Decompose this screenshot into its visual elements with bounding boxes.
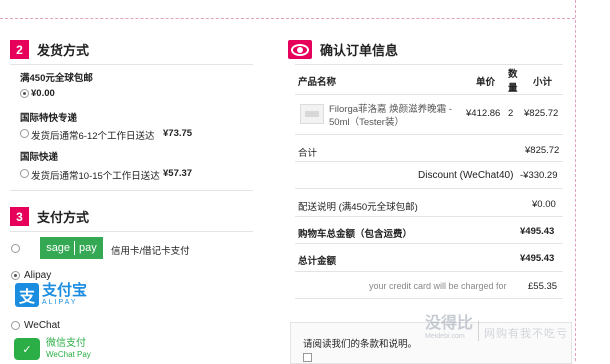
col-subtotal: 小计 — [533, 77, 553, 88]
free-shipping-note: 满450元全球包邮 — [20, 73, 93, 84]
product-price: ¥412.86 — [466, 108, 501, 119]
product-name-line2[interactable]: 50ml（Tester装） — [329, 114, 404, 128]
alipay-radio[interactable] — [11, 271, 20, 280]
sagepay-logo: sage pay — [40, 237, 103, 259]
divider — [295, 64, 563, 65]
product-name-line1[interactable]: Filorga菲洛嘉 焕颜滋养晚霜 - — [329, 101, 452, 115]
standard-price: ¥57.37 — [163, 168, 193, 179]
cart-total-value: ¥495.43 — [520, 226, 555, 237]
express-price: ¥73.75 — [163, 128, 193, 139]
right-dashed-border — [575, 0, 576, 361]
wechat-label: WeChat — [24, 320, 60, 331]
sagepay-text-a: sage — [46, 242, 71, 254]
shipping-value: ¥0.00 — [532, 199, 556, 210]
shipping-label: 配送说明 (满450元全球包邮) — [298, 202, 418, 213]
col-price: 单价 — [476, 77, 496, 88]
standard-radio[interactable] — [20, 169, 29, 178]
sagepay-divider — [74, 241, 76, 255]
grand-total-value: ¥495.43 — [520, 253, 555, 264]
watermark-slogan: 网购有我不吃亏 — [484, 328, 569, 340]
subtotal-value: ¥825.72 — [525, 145, 560, 156]
shipping-title: 发货方式 — [37, 43, 90, 58]
payment-title: 支付方式 — [37, 210, 90, 225]
shipping-header: 2 发货方式 — [10, 40, 89, 59]
card-label: 信用卡/借记卡支付 — [111, 246, 190, 257]
alipay-logo: 支 支付宝 ALIPAY — [15, 283, 87, 307]
divider — [295, 298, 563, 299]
col-product: 产品名称 — [298, 77, 337, 88]
express-desc: 发货后通常6-12个工作日送达 — [31, 131, 155, 142]
standard-title: 国际快递 — [20, 152, 59, 163]
express-radio[interactable] — [20, 129, 29, 138]
terms-text: 请阅读我们的条款和说明。 — [303, 339, 418, 350]
product-subtotal: ¥825.72 — [524, 108, 559, 119]
card-radio[interactable] — [11, 244, 20, 253]
watermark: 没得比 Meidebi.com 网购有我不吃亏 — [425, 315, 568, 341]
wechat-en: WeChat Pay — [46, 350, 91, 359]
divider — [295, 188, 563, 189]
credit-note: your credit card will be charged for — [369, 281, 507, 291]
order-title: 确认订单信息 — [320, 43, 399, 58]
alipay-icon: 支 — [15, 283, 39, 307]
wechat-radio[interactable] — [11, 321, 20, 330]
wechat-icon: ✓ — [14, 338, 40, 360]
wechat-pay-logo: ✓ 微信支付 WeChat Pay — [14, 338, 91, 360]
subtotal-label: 合计 — [298, 148, 318, 159]
watermark-sub: Meidebi.com — [425, 333, 465, 340]
free-shipping-radio[interactable] — [20, 89, 29, 98]
col-qty-2: 量 — [508, 83, 518, 94]
standard-desc: 发货后通常10-15个工作日送达 — [31, 171, 160, 182]
divider — [10, 190, 253, 191]
divider — [295, 94, 563, 95]
order-header: 确认订单信息 — [288, 40, 398, 59]
divider — [10, 231, 253, 232]
grand-total-label: 总计金额 — [298, 256, 337, 267]
wechat-cn: 微信支付 — [46, 338, 86, 349]
alipay-cn: 支付宝 — [42, 282, 88, 299]
col-qty-1: 数 — [508, 69, 518, 80]
top-dashed-border — [0, 18, 575, 19]
discount-value: -¥330.29 — [520, 170, 558, 181]
alipay-en: ALIPAY — [42, 299, 78, 306]
express-title: 国际特快专递 — [20, 113, 78, 124]
payment-header: 3 支付方式 — [10, 207, 89, 226]
product-thumbnail[interactable] — [300, 104, 324, 124]
discount-label: Discount (WeChat40) — [418, 170, 514, 181]
divider — [10, 64, 253, 65]
watermark-divider — [478, 321, 480, 341]
divider — [295, 134, 563, 135]
alipay-label: Alipay — [24, 270, 52, 281]
cart-total-label: 购物车总金额（包含运费） — [298, 229, 413, 240]
step-badge: 2 — [10, 40, 29, 59]
divider — [295, 243, 563, 244]
free-shipping-price: ¥0.00 — [31, 88, 55, 99]
step-badge: 3 — [10, 207, 29, 226]
product-qty: 2 — [508, 108, 514, 119]
divider — [295, 216, 563, 217]
credit-value: £55.35 — [528, 281, 558, 292]
watermark-logo: 没得比 — [425, 315, 474, 332]
sagepay-text-b: pay — [79, 242, 97, 254]
eye-icon — [288, 40, 312, 59]
divider — [295, 161, 563, 162]
divider — [295, 271, 563, 272]
